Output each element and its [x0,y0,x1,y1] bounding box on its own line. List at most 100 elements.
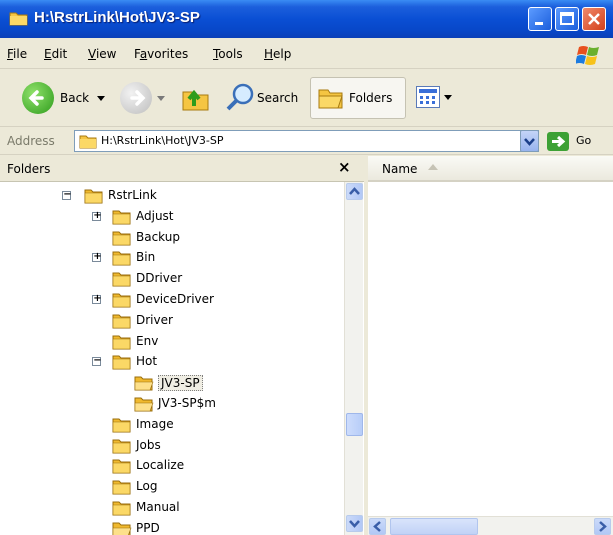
menu-file-rest: ile [13,47,28,61]
tree-item-label: Backup [136,229,180,244]
menu-file[interactable]: File [7,47,27,61]
tree-item[interactable]: Image [0,415,340,435]
chevron-up-icon [349,187,360,195]
tree-item-label: Image [136,416,174,431]
tree-item-label: Jobs [136,437,161,452]
menu-tools-rest: ools [218,47,243,61]
back-label[interactable]: Back [60,91,89,105]
views-button[interactable] [416,86,440,108]
menu-tools[interactable]: Tools [213,47,243,61]
sort-ascending-icon [428,164,438,170]
folder-icon [9,12,28,26]
tree-item-label: Log [136,479,158,494]
open-folder-icon [134,397,154,412]
tree-item-label: PPD [136,520,160,535]
go-label[interactable]: Go [576,134,591,147]
search-icon[interactable] [224,81,256,113]
menu-help-accel: H [264,47,274,61]
tree-item-label: Manual [136,500,180,514]
forward-arrow-icon [130,90,146,106]
collapse-icon[interactable]: − [92,355,102,367]
maximize-button[interactable] [555,7,579,31]
chevron-down-icon [349,520,360,528]
tree-item[interactable]: − RstrLink [0,186,340,206]
address-value: H:\RstrLink\Hot\JV3-SP [101,134,224,147]
toolbar: Back Search Folders [0,70,613,127]
tree-item[interactable]: JV3-SP [0,373,340,393]
folders-button[interactable]: Folders [310,77,406,119]
address-label: Address [7,134,55,148]
tree-item[interactable]: Driver [0,311,340,331]
tree-item-label: Env [136,333,159,348]
tree-item-label: DeviceDriver [136,292,214,306]
folders-close-button[interactable]: × [338,158,351,176]
address-input[interactable]: H:\RstrLink\Hot\JV3-SP [74,130,539,152]
folder-icon [84,189,103,204]
tree-vertical-scrollbar[interactable] [344,182,363,535]
chevron-left-icon [373,521,381,532]
close-button[interactable] [582,7,606,31]
folder-icon [79,135,97,149]
tree-item-label: Driver [136,312,173,327]
collapse-icon[interactable]: − [62,189,72,200]
maximize-icon [560,12,574,25]
scroll-down-button[interactable] [346,515,363,532]
menu-view-rest: iew [95,47,117,61]
up-folder-icon[interactable] [180,82,212,114]
address-dropdown-button[interactable] [520,130,539,152]
tree-item[interactable]: + DeviceDriver [0,290,340,310]
tree-item[interactable]: + Adjust [0,207,340,227]
folders-title: Folders [7,162,51,176]
expander-glyph: + [93,293,102,304]
menu-edit[interactable]: Edit [44,47,67,61]
tree-item[interactable]: PPD [0,519,340,535]
tree-item[interactable]: − Hot [0,352,340,372]
tree-item-label: JV3-SP$m [158,396,216,410]
expander-glyph: + [93,209,102,221]
column-name-header[interactable]: Name [382,162,417,176]
scroll-up-button[interactable] [346,183,363,200]
tree-item[interactable]: JV3-SP$m [0,394,340,414]
minimize-button[interactable] [528,7,552,31]
forward-button[interactable] [120,82,152,114]
search-label[interactable]: Search [257,91,298,105]
tree-item-label: Localize [136,458,185,473]
folder-icon [112,501,131,516]
forward-dropdown-icon[interactable] [157,96,166,102]
horizontal-scroll-thumb[interactable] [390,518,478,535]
folder-icon [112,335,131,350]
tree-item[interactable]: Localize [0,456,340,476]
tree-item[interactable]: DDriver [0,269,340,289]
title-bar[interactable]: H:\RstrLink\Hot\JV3-SP [0,0,613,38]
expand-icon[interactable]: + [92,251,102,263]
back-dropdown-icon[interactable] [97,96,106,102]
tree-item[interactable]: + Bin [0,248,340,268]
folder-icon [112,459,131,474]
expand-icon[interactable]: + [92,293,102,304]
back-arrow-icon [28,90,44,106]
folder-tree: − RstrLink + Adjust Backup + Bin DDriver + Device… [0,182,344,535]
tree-item[interactable]: Log [0,477,340,497]
menu-favorites[interactable]: Favorites [134,47,188,61]
scroll-right-button[interactable] [594,518,611,535]
list-horizontal-scrollbar[interactable] [368,516,613,535]
tree-item[interactable]: Jobs [0,436,340,456]
menu-favorites-rest: vorites [147,47,189,61]
tree-item[interactable]: Manual [0,498,340,518]
back-button[interactable] [22,82,54,114]
views-dropdown-icon[interactable] [444,95,453,101]
tree-item[interactable]: Backup [0,228,340,248]
folder-icon [112,251,131,266]
tree-item[interactable]: Env [0,332,340,352]
menu-view[interactable]: View [88,47,116,61]
tree-item-label: JV3-SP [158,375,203,392]
expand-icon[interactable]: + [92,209,102,221]
scroll-left-button[interactable] [369,518,386,535]
windows-logo-icon [576,46,599,65]
tree-item-label: Hot [136,354,158,369]
folder-icon [112,439,131,454]
go-button[interactable] [547,132,569,151]
scroll-thumb[interactable] [346,413,363,436]
chevron-right-icon [599,521,607,532]
menu-help[interactable]: Help [264,47,291,61]
